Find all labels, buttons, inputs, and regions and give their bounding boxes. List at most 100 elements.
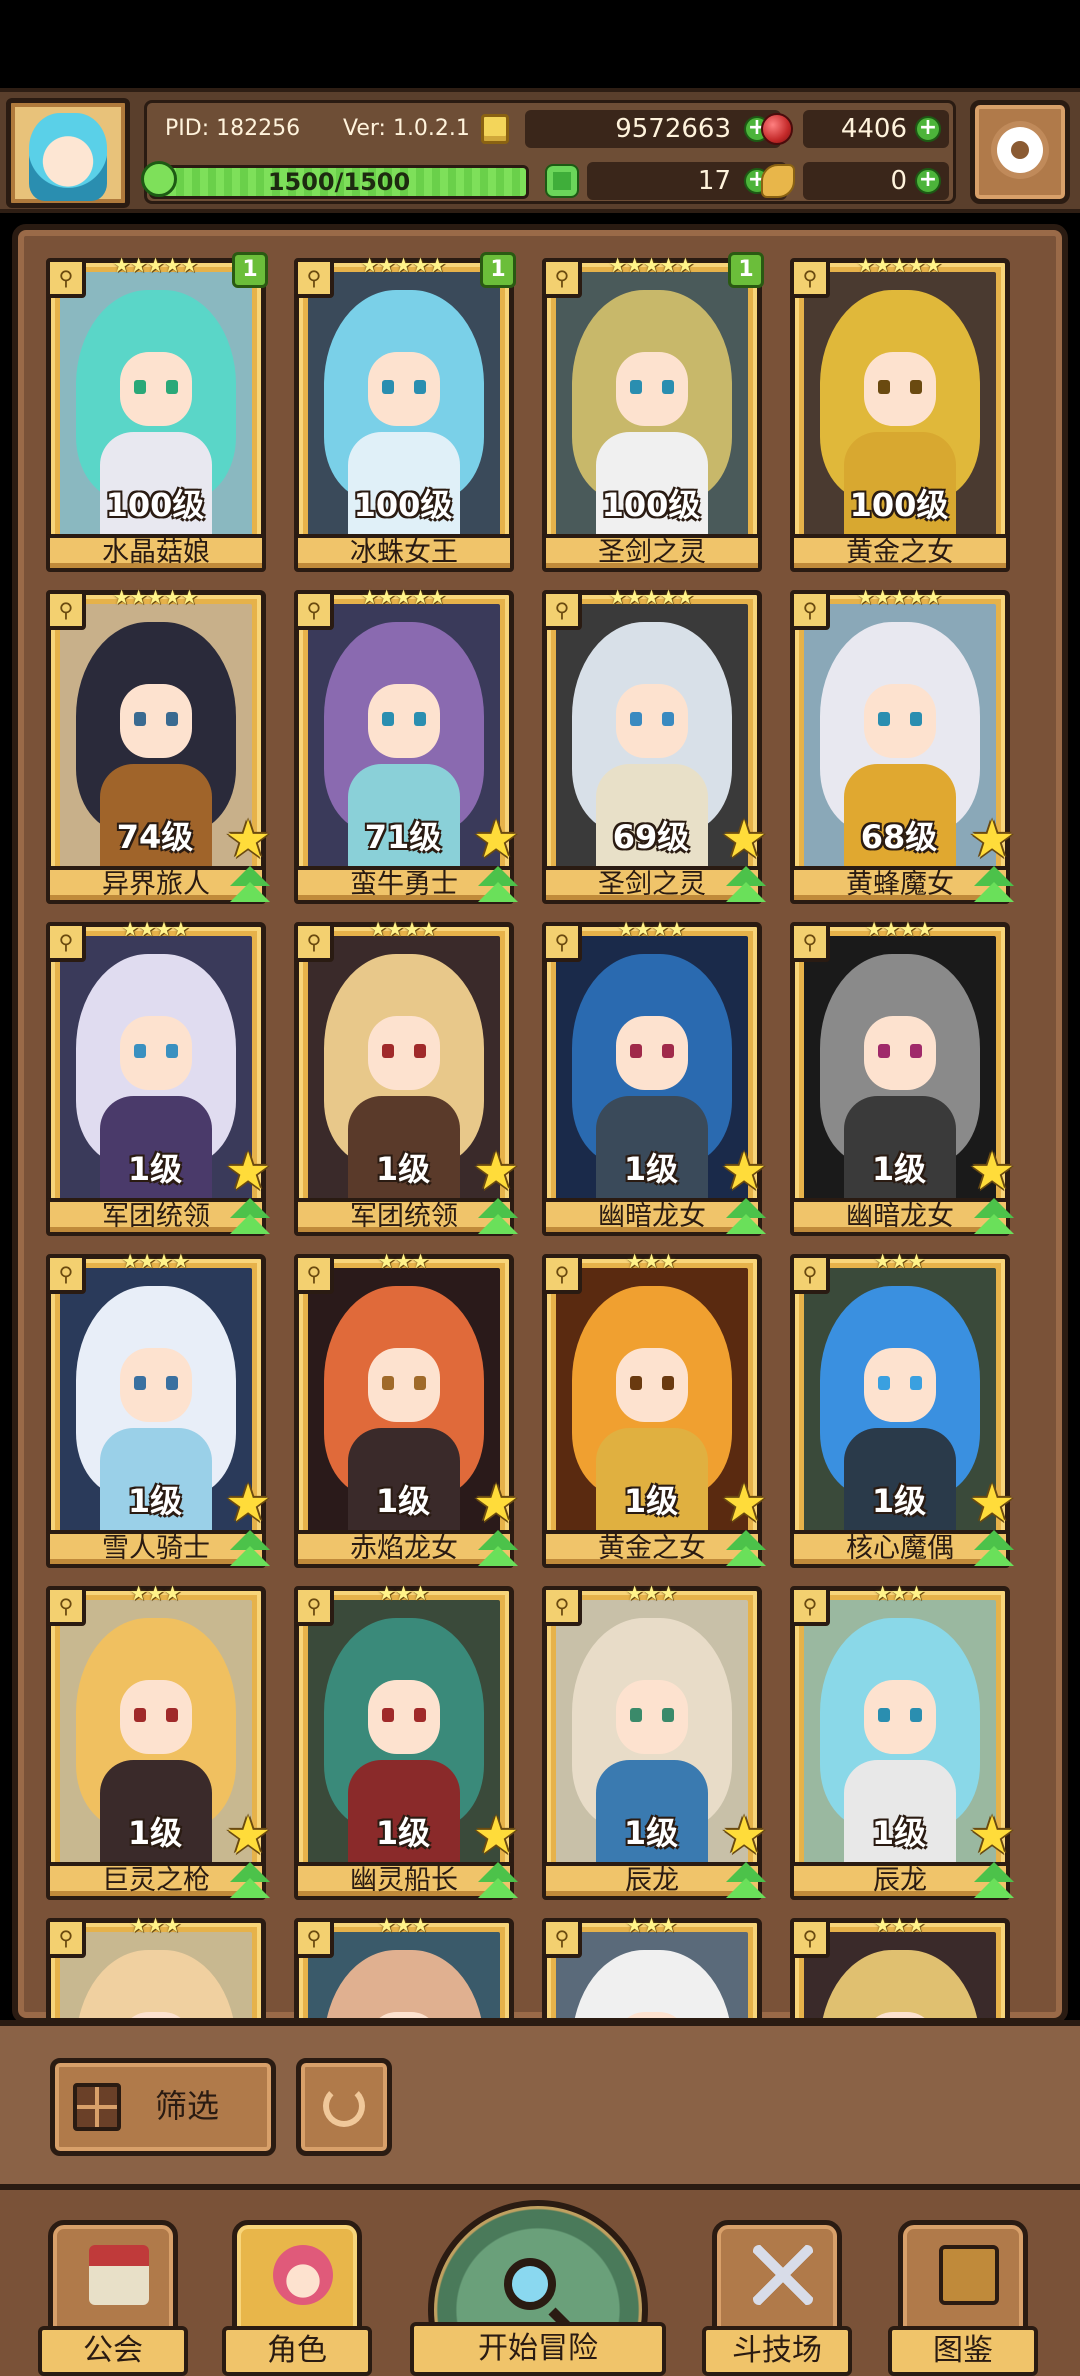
character-card[interactable]: ★★★★★ ⚲ 74级 异界旅人 ★ (42, 584, 271, 906)
settings-button[interactable] (970, 100, 1070, 204)
character-card[interactable]: ★★★ ⚲ (786, 1912, 1012, 2018)
character-card[interactable]: ★★★★★ ⚲ 69级 圣剑之灵 ★ (538, 584, 767, 906)
crossed-swords-icon (753, 2245, 813, 2305)
clover-amount: 17 (697, 166, 731, 196)
portrait-face (120, 352, 192, 426)
awaken-count-badge: 1 (232, 252, 268, 288)
character-name: 水晶菇娘 (46, 534, 266, 572)
character-card[interactable]: ★★★★ ⚲ 1级 军团统领 ★ (42, 916, 271, 1238)
character-card[interactable]: ★★★★ ⚲ 1级 军团统领 ★ (290, 916, 519, 1238)
class-type-icon: ⚲ (790, 1254, 830, 1294)
experience-bar: 1500/1500 (149, 165, 529, 199)
gear-icon (997, 127, 1043, 173)
portrait-eye (414, 712, 426, 726)
level-up-arrow-icon (228, 866, 272, 906)
portrait-eye (878, 1376, 890, 1390)
level-up-arrow-icon (228, 1862, 272, 1902)
character-card[interactable]: ★★★ ⚲ 1级 巨灵之枪 ★ (42, 1580, 271, 1902)
character-card[interactable]: ★★★★★ ⚲ 1 100级 水晶菇娘 (42, 252, 268, 574)
add-gems-plus-icon[interactable]: + (915, 116, 941, 142)
awaken-count-badge: 1 (480, 252, 516, 288)
star-up-icon: ★ (472, 1806, 520, 1866)
class-type-icon: ⚲ (294, 258, 334, 298)
portrait-face (368, 1016, 440, 1090)
character-card[interactable]: ★★★★★ ⚲ 100级 黄金之女 (786, 252, 1012, 574)
character-card[interactable]: ★★★★★ ⚲ 71级 蛮牛勇士 ★ (290, 584, 519, 906)
portrait-eye (910, 712, 922, 726)
magnifier-icon (504, 2258, 556, 2310)
character-card[interactable]: ★★★★★ ⚲ 1 100级 冰蛛女王 (290, 252, 516, 574)
tab-codex-label: 图鉴 (888, 2326, 1038, 2376)
star-up-icon: ★ (472, 1142, 520, 1202)
star-up-icon: ★ (968, 1806, 1016, 1866)
level-up-arrow-icon (972, 1530, 1016, 1570)
character-card[interactable]: ★★★ ⚲ (538, 1912, 764, 2018)
portrait-face (368, 1680, 440, 1754)
tab-character[interactable]: 角色 (222, 2220, 372, 2376)
star-up-icon: ★ (968, 1142, 1016, 1202)
character-card[interactable]: ★★★★★ ⚲ 1 100级 圣剑之灵 (538, 252, 764, 574)
character-card[interactable]: ★★★★ ⚲ 1级 雪人骑士 ★ (42, 1248, 271, 1570)
class-type-icon: ⚲ (294, 590, 334, 630)
portrait-eye (134, 1044, 146, 1058)
character-card[interactable]: ★★★ ⚲ 1级 幽灵船长 ★ (290, 1580, 519, 1902)
star-up-icon: ★ (224, 1806, 272, 1866)
tab-codex[interactable]: 图鉴 (888, 2220, 1038, 2376)
character-level: 100级 (601, 486, 701, 524)
character-level: 100级 (105, 486, 205, 524)
portrait-eye (662, 380, 674, 394)
player-avatar[interactable] (6, 98, 130, 208)
portrait-eye (166, 380, 178, 394)
class-type-icon: ⚲ (46, 922, 86, 962)
add-leaf-plus-icon[interactable]: + (915, 168, 941, 194)
portrait-eye (878, 712, 890, 726)
portrait-face (120, 1016, 192, 1090)
character-card[interactable]: ★★★★ ⚲ 1级 幽暗龙女 ★ (786, 916, 1015, 1238)
experience-text: 1500/1500 (267, 168, 411, 196)
tab-arena[interactable]: 斗技场 (702, 2220, 852, 2376)
portrait-face (864, 1348, 936, 1422)
star-up-icon: ★ (720, 1474, 768, 1534)
star-up-icon: ★ (968, 1474, 1016, 1534)
character-portrait (60, 1932, 252, 2018)
portrait-eye (382, 1376, 394, 1390)
filter-button[interactable]: 筛选 (50, 2058, 276, 2156)
star-up-icon: ★ (224, 1142, 272, 1202)
class-type-icon: ⚲ (46, 258, 86, 298)
character-card[interactable]: ★★★ ⚲ (290, 1912, 516, 2018)
class-type-icon: ⚲ (790, 258, 830, 298)
portrait-eye (414, 1044, 426, 1058)
portrait-eye (630, 1376, 642, 1390)
portrait-eye (878, 1708, 890, 1722)
character-card[interactable]: ★★★ ⚲ (42, 1912, 268, 2018)
clover-icon (545, 164, 579, 198)
guild-house-icon (89, 2245, 149, 2305)
character-card[interactable]: ★★★★★ ⚲ 68级 黄蜂魔女 ★ (786, 584, 1015, 906)
filter-label: 筛选 (155, 2087, 220, 2125)
character-card[interactable]: ★★★ ⚲ 1级 辰龙 ★ (538, 1580, 767, 1902)
refresh-button[interactable] (296, 2058, 392, 2156)
character-card[interactable]: ★★★ ⚲ 1级 黄金之女 ★ (538, 1248, 767, 1570)
avatar-portrait (29, 113, 107, 201)
class-type-icon: ⚲ (790, 1918, 830, 1958)
leaf-currency-icon (761, 164, 795, 198)
portrait-face (864, 1016, 936, 1090)
portrait-eye (630, 1708, 642, 1722)
star-up-icon: ★ (224, 810, 272, 870)
portrait-eye (382, 1708, 394, 1722)
game-screen: PID: 182256 Ver: 1.0.2.1 9572663 + 4406 … (0, 0, 1080, 2376)
character-card[interactable]: ★★★ ⚲ 1级 核心魔偶 ★ (786, 1248, 1015, 1570)
tab-arena-frame (712, 2220, 842, 2340)
level-up-arrow-icon (476, 1530, 520, 1570)
grid-icon (73, 2083, 121, 2131)
portrait-eye (878, 1044, 890, 1058)
character-card[interactable]: ★★★ ⚲ 1级 赤焰龙女 ★ (290, 1248, 519, 1570)
level-up-arrow-icon (476, 866, 520, 906)
tab-guild[interactable]: 公会 (38, 2220, 188, 2376)
tab-adventure[interactable]: 开始冒险 (404, 2190, 672, 2376)
character-card[interactable]: ★★★★ ⚲ 1级 幽暗龙女 ★ (538, 916, 767, 1238)
portrait-eye (630, 712, 642, 726)
level-up-arrow-icon (228, 1198, 272, 1238)
portrait-eye (166, 712, 178, 726)
character-card[interactable]: ★★★ ⚲ 1级 辰龙 ★ (786, 1580, 1015, 1902)
